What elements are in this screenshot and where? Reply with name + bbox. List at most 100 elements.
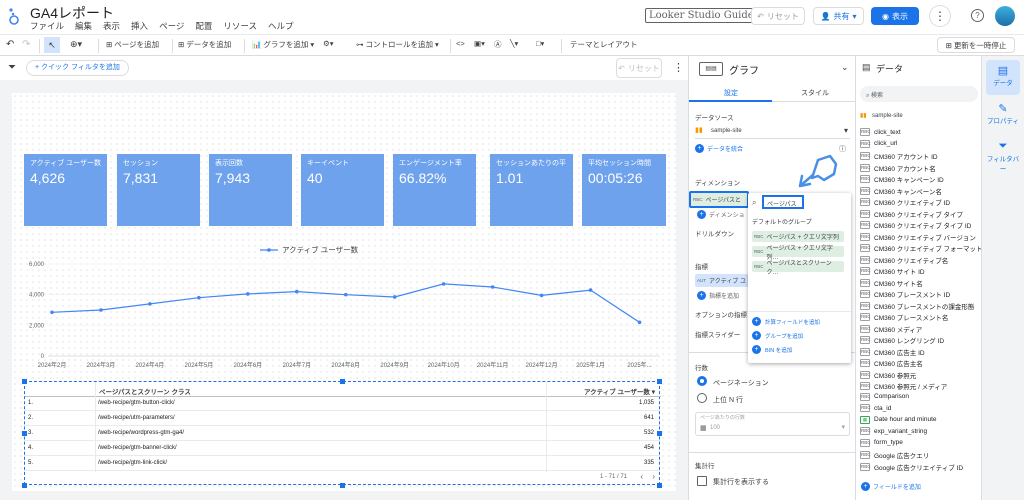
line-chart[interactable]: アクティブ ユーザー数 6,000 4,000 2,000 02024年2月 2024年3… [14,242,674,370]
help-icon[interactable]: ⓘ [839,144,846,154]
menu-arrange[interactable]: 配置 [195,20,212,32]
table-row[interactable]: 1. /web-recipe/gtm-button-click/1,035 [24,396,660,411]
datasource-select[interactable]: ▮▮ sample-site ▾ [695,124,850,139]
community-viz-icon[interactable]: ⚙▾ [323,39,334,48]
summary-checkbox[interactable] [697,476,707,486]
table-row[interactable]: 2. /web-recipe/utm-parameters/641 [24,411,660,426]
add-metric-button[interactable]: + 指標を追加 [697,291,739,300]
select-cursor-icon[interactable]: ↖ [44,37,60,53]
tab-style[interactable]: スタイル [801,88,829,98]
more-vert-icon[interactable]: ⋮ [673,61,684,74]
resize-handle[interactable] [340,483,345,488]
table-row[interactable]: 4. /web-recipe/gtm-banner-click/454 [24,441,660,456]
data-field[interactable]: RBC Google 広告クリエイティブ ID [860,462,963,472]
scorecard[interactable]: キーイベント 40 [301,154,384,226]
data-point[interactable] [246,292,250,296]
scorecard[interactable]: エンゲージメント率 66.82% [393,154,476,226]
data-point[interactable] [148,302,152,306]
data-field[interactable]: RBC CM360 プレースメントの課金形態 [860,301,974,311]
data-point[interactable] [50,310,54,315]
data-field[interactable]: RBC CM360 レングリング ID [860,335,944,345]
data-field[interactable]: RBC Comparison [860,392,909,401]
data-field[interactable]: RBC CM360 クリエイティブ フォーマット [860,243,983,253]
data-point[interactable] [490,285,495,289]
data-field[interactable]: RBC CM360 クリエイティブ ID [860,197,950,207]
redo-icon[interactable]: ↷ [22,39,30,50]
scorecard[interactable]: アクティブ ユーザー数 4,626 [24,154,107,226]
resize-handle[interactable] [657,379,662,384]
resize-handle[interactable] [22,483,27,488]
blend-data-button[interactable]: + データを統合 [695,144,743,153]
add-control-button[interactable]: ⊶ コントロールを追加 ▾ [356,39,439,50]
data-point[interactable] [99,308,103,312]
column-header-users[interactable]: アクティブ ユーザー数 ▾ [584,386,655,396]
field-option[interactable]: RBC ページパス + クエリ文字列 [752,231,844,242]
menu-resource[interactable]: リソース [223,20,257,32]
tab-setup[interactable]: 設定 [724,88,738,98]
field-search-input[interactable]: ページパス [762,195,804,209]
data-field[interactable]: RBC CM360 クリエイティブ タイプ ID [860,220,971,230]
scorecard[interactable]: 平均セッション時間 00:05:26 [582,154,666,226]
data-field[interactable]: RBC CM360 広告主 ID [860,347,925,357]
add-calculated-field-button[interactable]: + 計算フィールドを追加 [752,317,820,326]
data-field[interactable]: RBC CM360 サイト名 [860,278,923,288]
dimension-chip[interactable]: RBC ページパスと [689,191,749,208]
data-field[interactable]: RBC CM360 メディア [860,324,922,334]
add-page-button[interactable]: ⊞ ページを追加 [106,39,159,50]
data-field[interactable]: RBC form_type [860,438,903,447]
resize-handle[interactable] [22,379,27,384]
data-point[interactable] [637,320,642,325]
data-field[interactable]: RBC CM360 キャンペーン名 [860,186,942,196]
add-bin-button[interactable]: + BIN を追加 [752,345,792,354]
embed-code-icon[interactable]: <> [456,39,465,48]
data-field[interactable]: RBC CM360 クリエイティブ タイプ [860,209,963,219]
tab-data[interactable]: ▤ データ [986,64,1020,87]
table-row[interactable]: 3. /web-recipe/wordpress-gtm-ga4/532 [24,426,660,441]
add-group-button[interactable]: + グループを追加 [752,331,803,340]
shape-icon[interactable]: □▾ [536,39,544,48]
field-search-input[interactable]: ⌕ 検索 [860,86,978,102]
data-field[interactable]: RBC cta_id [860,404,891,412]
data-point[interactable] [343,292,348,297]
chevron-down-icon[interactable]: ⌄ [841,62,849,73]
image-icon[interactable]: ▣▾ [474,39,485,48]
filter-reset-button[interactable]: ↶ リセット [616,58,662,78]
data-field[interactable]: ▦ Date hour and minute [860,415,937,424]
data-field[interactable]: RBC CM360 広告主名 [860,358,923,368]
resize-handle[interactable] [657,483,662,488]
theme-layout-button[interactable]: テーマとレイアウト [570,39,638,50]
menu-file[interactable]: ファイル [30,20,64,32]
undo-icon[interactable]: ↶ [6,39,14,50]
avatar[interactable] [995,6,1015,26]
menu-help[interactable]: ヘルプ [268,20,294,32]
resize-handle[interactable] [340,379,345,384]
data-point[interactable] [539,293,544,298]
data-field[interactable]: RBC Google 広告クエリ [860,450,929,460]
resize-handle[interactable] [657,431,662,436]
menu-page[interactable]: ページ [159,20,184,32]
data-point[interactable] [588,288,593,292]
top-n-radio[interactable] [697,393,707,403]
add-chart-button[interactable]: 📊 グラフを追加 ▾ [252,39,314,50]
data-field[interactable]: RBC click_url [860,139,897,148]
view-button[interactable]: ◉ 表示 [871,7,919,25]
field-option[interactable]: RBC ページパスとスクリーン ク… [752,261,844,276]
field-option[interactable]: RBC ページパス + クエリ文字列… [752,246,844,261]
data-field[interactable]: RBC CM360 プレースメント ID [860,289,950,299]
tab-filter-bar[interactable]: ⏷ フィルタバー [986,140,1020,173]
pagination-radio[interactable] [697,376,707,386]
data-field[interactable]: RBC CM360 クリエイティブ バージョン [860,232,976,242]
column-header-path[interactable]: ページパスとスクリーン クラス [99,386,191,396]
line-icon[interactable]: ╲▾ [510,39,518,48]
resize-handle[interactable] [22,431,27,436]
share-button[interactable]: 👤 共有 ▾ [813,7,864,25]
help-icon[interactable]: ? [971,9,984,22]
data-field[interactable]: RBC CM360 参照元 / メディア [860,381,947,391]
reset-button[interactable]: ↶ リセット [751,7,805,25]
tab-properties[interactable]: ✎ プロパティ [986,102,1020,125]
menu-edit[interactable]: 編集 [75,20,92,32]
data-field[interactable]: RBC CM360 サイト ID [860,266,925,276]
data-field[interactable]: RBC CM360 参照元 [860,370,916,380]
pause-updates-button[interactable]: ⊞ 更新を一時停止 [937,37,1015,53]
prev-page-icon[interactable]: ‹ [640,472,643,481]
